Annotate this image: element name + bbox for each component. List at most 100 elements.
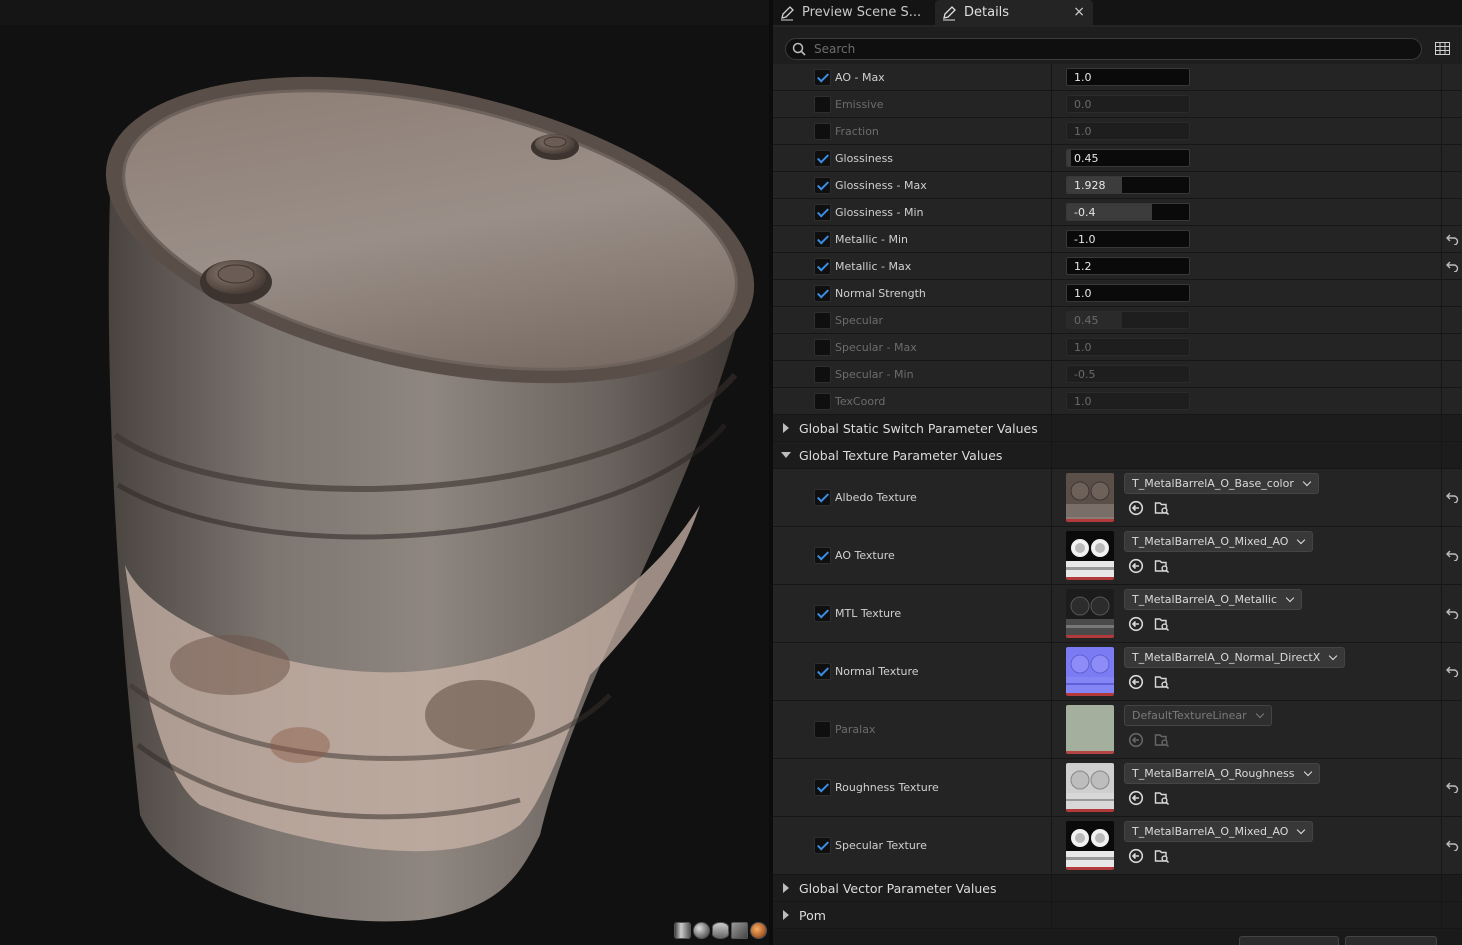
reset-to-default-icon[interactable] bbox=[1446, 549, 1459, 561]
override-checkbox[interactable] bbox=[814, 779, 831, 796]
parameter-label: Glossiness - Max bbox=[835, 179, 927, 192]
override-checkbox[interactable] bbox=[814, 150, 831, 167]
numeric-value-field[interactable]: 1.0 bbox=[1066, 338, 1190, 356]
override-checkbox[interactable] bbox=[814, 489, 831, 506]
reset-to-default-icon[interactable] bbox=[1446, 260, 1459, 272]
use-selected-asset-icon[interactable] bbox=[1128, 616, 1144, 632]
plane-preview-icon[interactable] bbox=[712, 922, 729, 939]
override-checkbox[interactable] bbox=[814, 366, 831, 383]
reset-to-default-icon[interactable] bbox=[1446, 607, 1459, 619]
reset-to-default-icon[interactable] bbox=[1446, 233, 1459, 245]
tab-preview-scene-settings[interactable]: Preview Scene S... bbox=[773, 0, 929, 25]
parameter-row: Fraction 1.0 bbox=[773, 118, 1462, 145]
texture-asset-dropdown[interactable]: DefaultTextureLinear bbox=[1124, 705, 1272, 726]
numeric-value-text: 1.0 bbox=[1074, 341, 1092, 354]
chevron-down-icon bbox=[1329, 651, 1338, 661]
browse-asset-folder-icon[interactable] bbox=[1154, 848, 1170, 864]
numeric-value-field[interactable]: -1.0 bbox=[1066, 230, 1190, 248]
override-checkbox[interactable] bbox=[814, 547, 831, 564]
override-checkbox[interactable] bbox=[814, 312, 831, 329]
texture-thumbnail[interactable] bbox=[1066, 763, 1114, 812]
browse-asset-folder-icon[interactable] bbox=[1154, 790, 1170, 806]
category-header-pom[interactable]: Pom bbox=[773, 902, 1462, 929]
override-checkbox[interactable] bbox=[814, 721, 831, 738]
parameter-label: Glossiness bbox=[835, 152, 894, 165]
category-header-vector[interactable]: Global Vector Parameter Values bbox=[773, 875, 1462, 902]
cylinder-preview-icon[interactable] bbox=[674, 922, 691, 939]
chevron-right-icon[interactable] bbox=[783, 910, 789, 920]
numeric-value-field[interactable]: 0.45 bbox=[1066, 311, 1190, 329]
override-checkbox[interactable] bbox=[814, 231, 831, 248]
override-checkbox[interactable] bbox=[814, 177, 831, 194]
numeric-value-field[interactable]: 1.0 bbox=[1066, 392, 1190, 410]
override-checkbox[interactable] bbox=[814, 837, 831, 854]
texture-thumbnail[interactable] bbox=[1066, 705, 1114, 754]
cube-preview-icon[interactable] bbox=[731, 922, 748, 939]
numeric-value-field[interactable]: -0.5 bbox=[1066, 365, 1190, 383]
grid-view-icon[interactable] bbox=[1435, 42, 1450, 55]
texture-asset-dropdown[interactable]: T_MetalBarrelA_O_Base_color bbox=[1124, 473, 1319, 494]
numeric-value-field[interactable]: 1.0 bbox=[1066, 122, 1190, 140]
bottom-button-left[interactable] bbox=[1239, 936, 1339, 945]
numeric-value-field[interactable]: 0.45 bbox=[1066, 149, 1190, 167]
chevron-right-icon[interactable] bbox=[783, 883, 789, 893]
reset-to-default-icon[interactable] bbox=[1446, 665, 1459, 677]
override-checkbox[interactable] bbox=[814, 96, 831, 113]
sphere-preview-icon[interactable] bbox=[693, 922, 710, 939]
search-input[interactable] bbox=[814, 42, 1394, 56]
override-checkbox[interactable] bbox=[814, 663, 831, 680]
texture-asset-dropdown[interactable]: T_MetalBarrelA_O_Roughness bbox=[1124, 763, 1320, 784]
chevron-right-icon[interactable] bbox=[783, 423, 789, 433]
search-box[interactable] bbox=[785, 38, 1422, 60]
texture-asset-dropdown[interactable]: T_MetalBarrelA_O_Mixed_AO bbox=[1124, 531, 1314, 552]
reset-to-default-icon[interactable] bbox=[1446, 491, 1459, 503]
override-checkbox[interactable] bbox=[814, 605, 831, 622]
viewport-barrel-preview[interactable] bbox=[0, 25, 769, 942]
numeric-value-field[interactable]: -0.4 bbox=[1066, 203, 1190, 221]
texture-thumbnail[interactable] bbox=[1066, 473, 1114, 522]
numeric-value-field[interactable]: 1.0 bbox=[1066, 68, 1190, 86]
browse-asset-folder-icon[interactable] bbox=[1154, 500, 1170, 516]
browse-asset-folder-icon[interactable] bbox=[1154, 674, 1170, 690]
use-selected-asset-icon[interactable] bbox=[1128, 558, 1144, 574]
texture-thumbnail[interactable] bbox=[1066, 589, 1114, 638]
override-checkbox[interactable] bbox=[814, 258, 831, 275]
numeric-value-field[interactable]: 1.0 bbox=[1066, 284, 1190, 302]
override-checkbox[interactable] bbox=[814, 339, 831, 356]
use-selected-asset-icon[interactable] bbox=[1128, 790, 1144, 806]
close-icon[interactable]: × bbox=[1073, 4, 1085, 20]
override-checkbox[interactable] bbox=[814, 285, 831, 302]
parameter-value-cell: DefaultTextureLinear bbox=[1051, 701, 1441, 758]
browse-asset-folder-icon[interactable] bbox=[1154, 616, 1170, 632]
bottom-button-right[interactable] bbox=[1345, 936, 1437, 945]
tab-details[interactable]: Details × bbox=[935, 0, 1093, 25]
numeric-value-field[interactable]: 1.2 bbox=[1066, 257, 1190, 275]
override-checkbox[interactable] bbox=[814, 393, 831, 410]
reset-cell bbox=[1441, 527, 1462, 584]
texture-thumbnail[interactable] bbox=[1066, 647, 1114, 696]
category-header-static_switch[interactable]: Global Static Switch Parameter Values bbox=[773, 415, 1462, 442]
use-selected-asset-icon[interactable] bbox=[1128, 848, 1144, 864]
texture-asset-dropdown[interactable]: T_MetalBarrelA_O_Normal_DirectX bbox=[1124, 647, 1346, 668]
reset-to-default-icon[interactable] bbox=[1446, 839, 1459, 851]
parameter-name-cell: AO Texture bbox=[773, 527, 1051, 584]
category-header-texture[interactable]: Global Texture Parameter Values bbox=[773, 442, 1462, 469]
chevron-down-icon[interactable] bbox=[781, 452, 791, 458]
browse-asset-folder-icon[interactable] bbox=[1154, 732, 1170, 748]
override-checkbox[interactable] bbox=[814, 204, 831, 221]
parameter-row: Glossiness 0.45 bbox=[773, 145, 1462, 172]
numeric-value-field[interactable]: 0.0 bbox=[1066, 95, 1190, 113]
numeric-value-field[interactable]: 1.928 bbox=[1066, 176, 1190, 194]
override-checkbox[interactable] bbox=[814, 123, 831, 140]
teapot-preview-icon[interactable] bbox=[750, 922, 767, 939]
texture-asset-dropdown[interactable]: T_MetalBarrelA_O_Metallic bbox=[1124, 589, 1303, 610]
use-selected-asset-icon[interactable] bbox=[1128, 674, 1144, 690]
texture-thumbnail[interactable] bbox=[1066, 821, 1114, 870]
use-selected-asset-icon[interactable] bbox=[1128, 500, 1144, 516]
use-selected-asset-icon[interactable] bbox=[1128, 732, 1144, 748]
texture-thumbnail[interactable] bbox=[1066, 531, 1114, 580]
override-checkbox[interactable] bbox=[814, 69, 831, 86]
texture-asset-dropdown[interactable]: T_MetalBarrelA_O_Mixed_AO bbox=[1124, 821, 1314, 842]
reset-to-default-icon[interactable] bbox=[1446, 781, 1459, 793]
browse-asset-folder-icon[interactable] bbox=[1154, 558, 1170, 574]
